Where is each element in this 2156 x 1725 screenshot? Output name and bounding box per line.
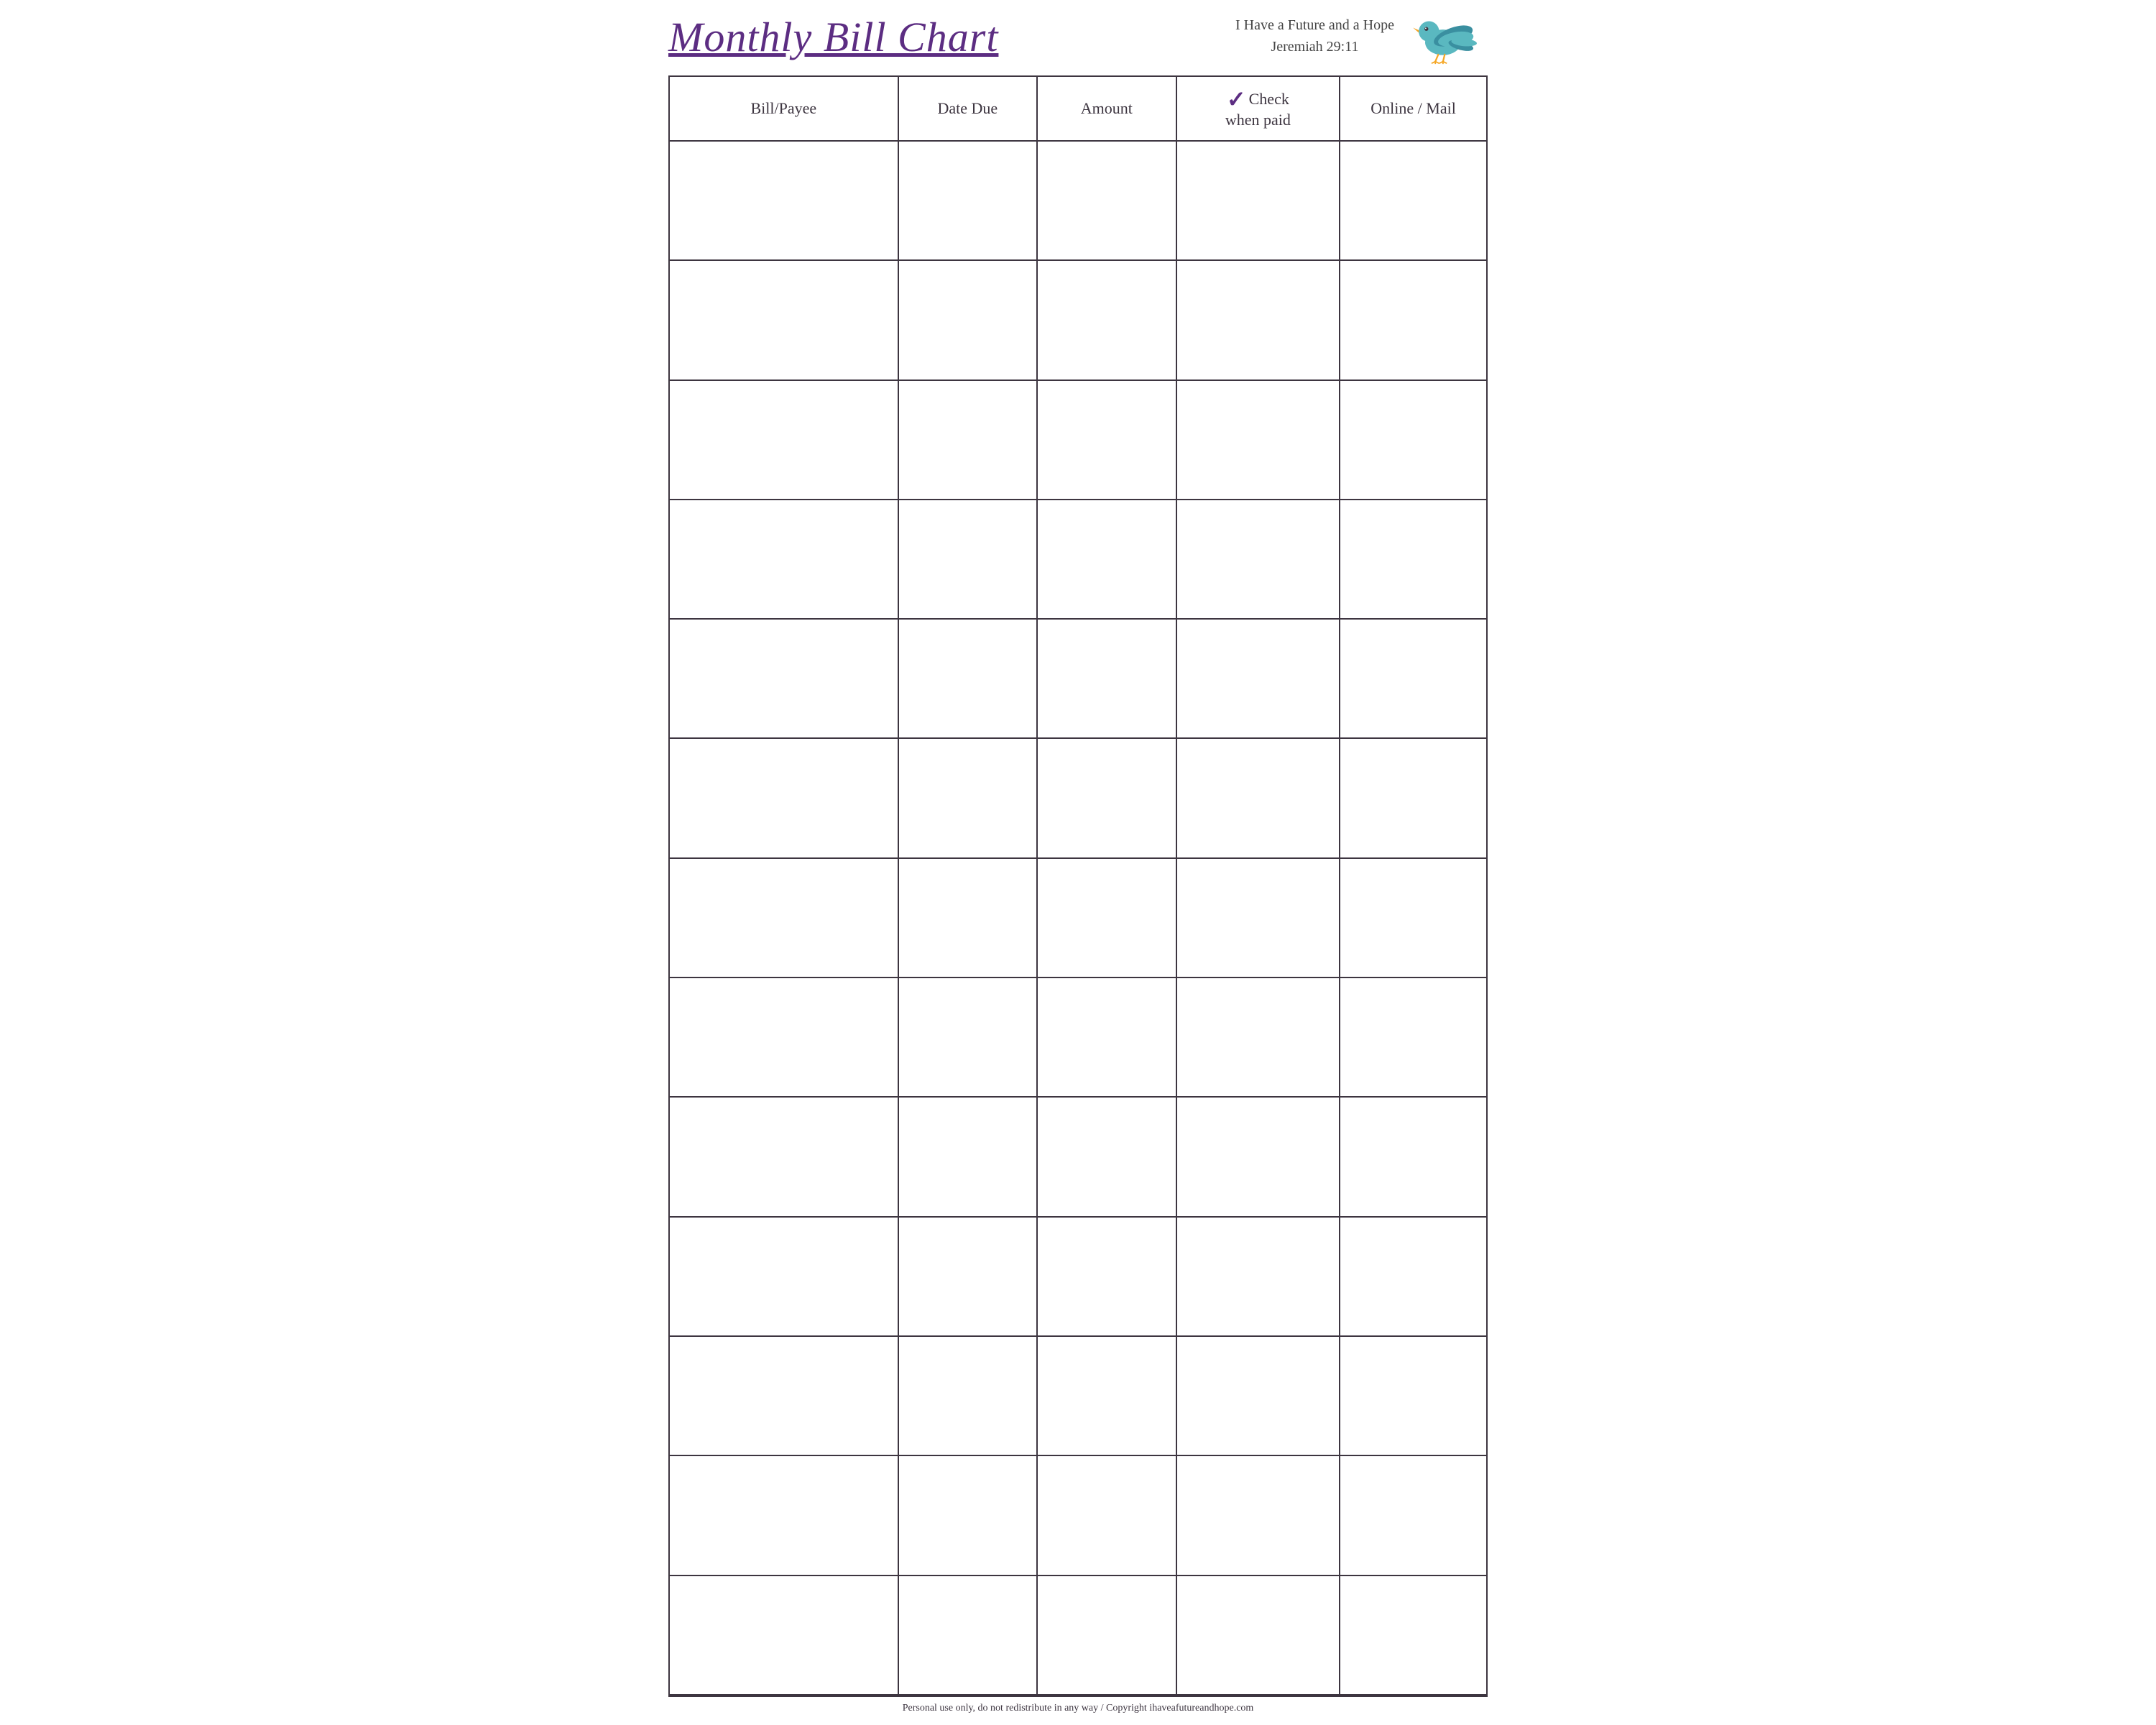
table-cell (898, 1336, 1037, 1455)
table-cell (898, 1217, 1037, 1336)
table-cell (1340, 1576, 1487, 1695)
table-header-row: Bill/Payee Date Due Amount (669, 76, 1487, 141)
table-cell (1176, 500, 1340, 619)
col-header-date-due: Date Due (898, 76, 1037, 141)
table-cell (669, 1576, 898, 1695)
bird-container (1409, 7, 1488, 65)
table-cell (1340, 1097, 1487, 1216)
scripture-line2: Jeremiah 29:11 (1235, 36, 1394, 58)
table-cell (1176, 141, 1340, 260)
scripture-line1: I Have a Future and a Hope (1235, 14, 1394, 36)
table-row (669, 1097, 1487, 1216)
bird-icon (1409, 7, 1488, 65)
table-cell (669, 619, 898, 738)
header-right-group: I Have a Future and a Hope Jeremiah 29:1… (1235, 14, 1488, 65)
table-cell (1037, 260, 1176, 380)
col-header-bill-payee: Bill/Payee (669, 76, 898, 141)
table-cell (898, 500, 1037, 619)
table-cell (898, 738, 1037, 857)
table-cell (898, 380, 1037, 500)
table-row (669, 738, 1487, 857)
table-cell (1340, 141, 1487, 260)
table-cell (1340, 619, 1487, 738)
scripture-text: I Have a Future and a Hope Jeremiah 29:1… (1235, 14, 1394, 58)
table-cell (1176, 738, 1340, 857)
table-row (669, 1576, 1487, 1695)
table-cell (1037, 1576, 1176, 1695)
table-cell (898, 978, 1037, 1097)
table-row (669, 1455, 1487, 1575)
table-cell (1176, 380, 1340, 500)
table-cell (669, 260, 898, 380)
footer: Personal use only, do not redistribute i… (668, 1696, 1488, 1718)
table-body (669, 141, 1487, 1695)
table-cell (1037, 500, 1176, 619)
table-cell (1340, 260, 1487, 380)
table-cell (898, 619, 1037, 738)
table-cell (1176, 1097, 1340, 1216)
table-cell (1176, 619, 1340, 738)
table-cell (669, 1455, 898, 1575)
table-row (669, 1336, 1487, 1455)
bill-table: Bill/Payee Date Due Amount (668, 75, 1488, 1696)
table-cell (669, 380, 898, 500)
table-cell (1176, 858, 1340, 978)
table-row (669, 978, 1487, 1097)
page-wrapper: Monthly Bill Chart I Have a Future and a… (647, 0, 1509, 1725)
table-row (669, 141, 1487, 260)
table-cell (669, 978, 898, 1097)
table-row (669, 1217, 1487, 1336)
table-cell (669, 1336, 898, 1455)
table-cell (669, 141, 898, 260)
table-cell (1037, 141, 1176, 260)
table-cell (1037, 858, 1176, 978)
table-cell (669, 738, 898, 857)
table-cell (898, 260, 1037, 380)
table-cell (1037, 738, 1176, 857)
table-row (669, 500, 1487, 619)
col-header-amount: Amount (1037, 76, 1176, 141)
table-cell (1037, 380, 1176, 500)
table-cell (669, 1097, 898, 1216)
table-cell (1340, 500, 1487, 619)
col-header-online-mail: Online / Mail (1340, 76, 1487, 141)
table-row (669, 619, 1487, 738)
table-cell (1340, 1336, 1487, 1455)
table-cell (1037, 1455, 1176, 1575)
table-cell (1176, 1336, 1340, 1455)
table-cell (1340, 978, 1487, 1097)
checkmark-icon: ✓ (1227, 88, 1246, 111)
table-cell (1340, 738, 1487, 857)
table-cell (1340, 1217, 1487, 1336)
table-cell (669, 858, 898, 978)
table-cell (1176, 1217, 1340, 1336)
table-cell (1037, 619, 1176, 738)
table-cell (1176, 260, 1340, 380)
header: Monthly Bill Chart I Have a Future and a… (668, 14, 1488, 68)
table-cell (1176, 978, 1340, 1097)
col-header-check-when-paid: ✓ Check when paid (1176, 76, 1340, 141)
table-cell (1340, 858, 1487, 978)
table-cell (1176, 1455, 1340, 1575)
table-cell (898, 858, 1037, 978)
table-cell (1176, 1576, 1340, 1695)
title-area: Monthly Bill Chart (668, 14, 998, 60)
table-cell (669, 500, 898, 619)
table-cell (669, 1217, 898, 1336)
table-row (669, 380, 1487, 500)
table-cell (898, 1097, 1037, 1216)
footer-text: Personal use only, do not redistribute i… (903, 1703, 1254, 1714)
table-cell (898, 141, 1037, 260)
table-cell (1037, 1336, 1176, 1455)
table-row (669, 858, 1487, 978)
table-row (669, 260, 1487, 380)
table-cell (1340, 380, 1487, 500)
table-cell (1037, 1217, 1176, 1336)
table-cell (1037, 1097, 1176, 1216)
table-cell (1037, 978, 1176, 1097)
table-cell (1340, 1455, 1487, 1575)
table-cell (898, 1455, 1037, 1575)
page-title: Monthly Bill Chart (668, 14, 998, 60)
table-cell (898, 1576, 1037, 1695)
